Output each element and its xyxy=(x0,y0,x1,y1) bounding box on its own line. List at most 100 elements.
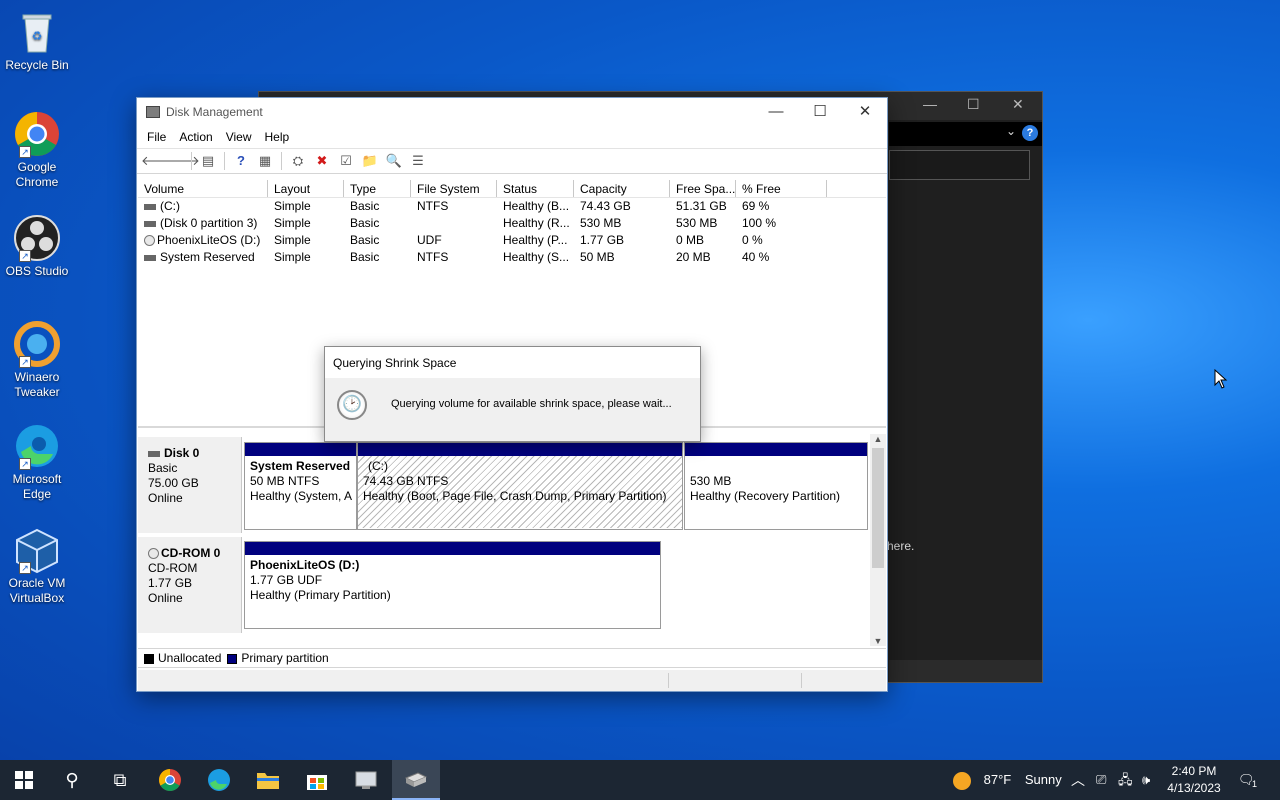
cell-pct: 69 % xyxy=(742,199,770,213)
column-volume[interactable]: Volume xyxy=(138,180,268,197)
cell-capacity: 74.43 GB xyxy=(580,199,631,213)
volume-icon xyxy=(144,254,156,261)
cell-fs xyxy=(411,215,497,232)
help-icon[interactable]: ? xyxy=(1022,125,1038,141)
show-hide-console-tree-icon[interactable]: ▤ xyxy=(198,151,218,171)
table-row[interactable]: (C:) Simple Basic NTFS Healthy (B... 74.… xyxy=(138,198,886,215)
maximize-button[interactable]: ☐ xyxy=(797,98,843,128)
menu-action[interactable]: Action xyxy=(174,128,220,148)
toolbar: 🡐 🡒 ▤ ? ▦ ⛭ ✖ ☑ 📁 🔍 ☰ xyxy=(137,148,887,174)
cdrom-0-label[interactable]: CD-ROM 0 CD-ROM 1.77 GB Online xyxy=(138,537,242,633)
menu-file[interactable]: File xyxy=(142,128,174,148)
view-list-icon[interactable]: ☰ xyxy=(408,151,428,171)
taskbar-edge[interactable] xyxy=(195,760,243,800)
start-button[interactable] xyxy=(0,760,48,800)
taskbar-disk-management[interactable] xyxy=(392,760,440,800)
notification-count: 1 xyxy=(1252,779,1258,789)
querying-shrink-space-dialog[interactable]: Querying Shrink Space 🕑 Querying volume … xyxy=(324,346,701,442)
desktop-icon-winaero[interactable]: ↗ Winaero Tweaker xyxy=(4,320,70,400)
toolbar-separator xyxy=(191,152,192,170)
tray-meet-now[interactable]: ⎚ xyxy=(1096,760,1106,800)
cell-free: 530 MB xyxy=(676,216,718,230)
disk-name: CD-ROM 0 xyxy=(161,546,221,560)
cell-free: 20 MB xyxy=(676,250,711,264)
taskbar-chrome[interactable] xyxy=(146,760,194,800)
volume-icon xyxy=(144,203,156,210)
disk-0-label[interactable]: Disk 0 Basic 75.00 GB Online xyxy=(138,437,242,533)
cell-layout: Simple xyxy=(274,233,311,247)
disk-name: Disk 0 xyxy=(164,446,200,460)
column-type[interactable]: Type xyxy=(344,180,411,197)
tray-volume[interactable]: 🕪 xyxy=(1142,760,1150,800)
help-book-icon[interactable]: ? xyxy=(231,151,251,171)
window-title: Disk Management xyxy=(166,105,263,119)
taskbar-app[interactable] xyxy=(342,760,390,800)
cell-volume: PhoenixLiteOS (D:) xyxy=(157,233,261,247)
desktop-icon-recycle-bin[interactable]: ♻ Recycle Bin xyxy=(4,8,70,73)
minimize-button[interactable]: — xyxy=(753,98,799,128)
background-address-bar[interactable] xyxy=(889,150,1030,180)
tray-network[interactable]: 🖧 xyxy=(1118,760,1133,800)
folder-up-icon[interactable]: 📁 xyxy=(360,151,380,171)
maximize-icon[interactable]: ☐ xyxy=(967,96,980,113)
column-file-system[interactable]: File System xyxy=(411,180,497,197)
desktop-icon-label: Winaero Tweaker xyxy=(14,370,60,399)
partition-info: 530 MB xyxy=(690,474,732,488)
cell-free: 0 MB xyxy=(676,233,705,247)
minimize-icon[interactable]: — xyxy=(923,96,937,112)
partition-status: Healthy (Primary Partition) xyxy=(250,588,391,602)
weather-widget[interactable]: 87°F Sunny xyxy=(952,760,1062,800)
desktop-icon-obs[interactable]: ↗ OBS Studio xyxy=(4,214,70,279)
desktop-icon-edge[interactable]: ↗ Microsoft Edge xyxy=(4,422,70,502)
column-free-space[interactable]: Free Spa... xyxy=(670,180,736,197)
background-statusbar xyxy=(889,660,1042,682)
check-icon[interactable]: ☑ xyxy=(336,151,356,171)
sun-icon xyxy=(953,771,971,790)
taskbar-clock[interactable]: 2:40 PM 4/13/2023 xyxy=(1164,763,1224,797)
desktop-icon-virtualbox[interactable]: ↗ Oracle VM VirtualBox xyxy=(4,526,70,606)
partition-c[interactable]: (C:) 74.43 GB NTFS Healthy (Boot, Page F… xyxy=(357,442,683,530)
search-button[interactable]: ⚲ xyxy=(48,760,96,800)
close-icon[interactable]: ✕ xyxy=(1012,96,1024,113)
delete-icon[interactable]: ✖ xyxy=(312,151,332,171)
back-icon[interactable]: 🡐 xyxy=(141,151,176,171)
column-capacity[interactable]: Capacity xyxy=(574,180,670,197)
partition-status: Healthy (Boot, Page File, Crash Dump, Pr… xyxy=(363,489,667,503)
taskbar-store[interactable] xyxy=(293,760,341,800)
partition-recovery[interactable]: 530 MB Healthy (Recovery Partition) xyxy=(684,442,868,530)
close-button[interactable]: ✕ xyxy=(842,98,888,128)
graph-scrollbar[interactable]: ▲ ▼ xyxy=(870,434,886,646)
partition-system-reserved[interactable]: System Reserved 50 MB NTFS Healthy (Syst… xyxy=(244,442,357,530)
table-row[interactable]: PhoenixLiteOS (D:) Simple Basic UDF Heal… xyxy=(138,232,886,249)
forward-icon[interactable]: 🡒 xyxy=(165,151,200,171)
connect-icon[interactable]: ⛭ xyxy=(288,151,308,171)
scroll-up-icon[interactable]: ▲ xyxy=(870,434,886,444)
scroll-thumb[interactable] xyxy=(872,448,884,568)
notification-center-button[interactable]: 🗨 1 xyxy=(1238,760,1268,800)
disk-icon xyxy=(148,450,160,457)
task-view-button[interactable]: ⧉ xyxy=(96,760,144,800)
cell-type: Basic xyxy=(350,199,380,213)
menu-help[interactable]: Help xyxy=(260,128,298,148)
column-status[interactable]: Status xyxy=(497,180,574,197)
menu-view[interactable]: View xyxy=(221,128,260,148)
table-row[interactable]: System Reserved Simple Basic NTFS Health… xyxy=(138,249,886,266)
cell-pct: 0 % xyxy=(742,233,763,247)
partition-header xyxy=(245,443,356,456)
table-row[interactable]: (Disk 0 partition 3) Simple Basic Health… xyxy=(138,215,886,232)
desktop-icon-label: Microsoft Edge xyxy=(12,472,62,501)
taskbar: ⚲ ⧉ 87°F Sunny ︿ ⎚ 🖧 🕪 2:40 PM 4/13/2023… xyxy=(0,760,1280,800)
folder-search-icon[interactable]: 🔍 xyxy=(384,151,404,171)
titlebar[interactable]: Disk Management — ☐ ✕ xyxy=(137,98,887,128)
properties-icon[interactable]: ▦ xyxy=(255,151,275,171)
column-percent-free[interactable]: % Free xyxy=(736,180,827,197)
desktop-icon-chrome[interactable]: ↗ Google Chrome xyxy=(4,110,70,190)
partition-phoenixliteos[interactable]: PhoenixLiteOS (D:) 1.77 GB UDF Healthy (… xyxy=(244,541,661,629)
taskbar-file-explorer[interactable] xyxy=(244,760,292,800)
column-layout[interactable]: Layout xyxy=(268,180,344,197)
scroll-down-icon[interactable]: ▼ xyxy=(870,636,886,646)
cell-fs: NTFS xyxy=(417,199,449,213)
show-hidden-icons-button[interactable]: ︿ xyxy=(1071,760,1085,800)
chevron-down-icon[interactable]: ⌄ xyxy=(1006,124,1016,138)
cell-pct: 100 % xyxy=(742,216,777,230)
